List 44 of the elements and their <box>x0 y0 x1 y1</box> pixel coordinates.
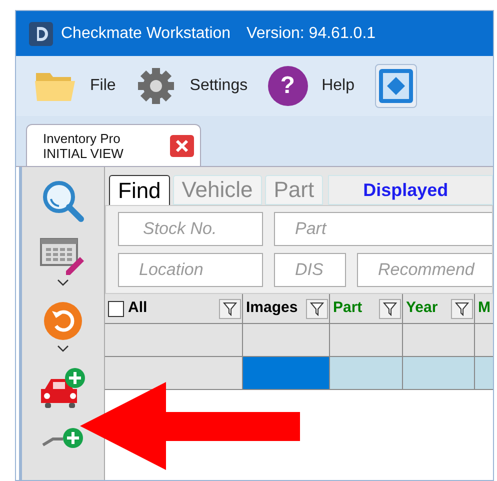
text-field[interactable]: DIS <box>274 253 346 287</box>
tab[interactable]: Find <box>109 175 170 205</box>
filter-button[interactable] <box>219 298 241 318</box>
displayed-label: Displayed <box>363 178 448 202</box>
checkbox[interactable] <box>108 300 124 316</box>
column-header[interactable]: Images <box>243 294 330 323</box>
filter-button[interactable] <box>306 298 328 318</box>
text-field[interactable]: Location <box>118 253 263 287</box>
filter-button[interactable] <box>451 298 473 318</box>
close-icon[interactable] <box>170 134 194 156</box>
text-field[interactable]: Recommend <box>357 253 492 287</box>
version-label: Version: 94.61.0.1 <box>246 24 376 44</box>
text-field[interactable]: Stock No. <box>118 212 263 246</box>
column-label: All <box>128 298 148 318</box>
window-title: Checkmate Workstation <box>61 24 231 44</box>
column-label: Part <box>333 298 362 318</box>
tab-title: Inventory Pro INITIAL VIEW <box>43 130 124 160</box>
toolbar-button[interactable]: File <box>34 69 116 103</box>
column-header[interactable]: Part <box>330 294 403 323</box>
app-logo-icon <box>29 22 53 46</box>
column-label: Year <box>406 298 438 318</box>
column-header[interactable]: M <box>475 294 493 323</box>
gear-icon <box>136 66 176 106</box>
document-tab[interactable]: Inventory Pro INITIAL VIEW <box>26 124 201 166</box>
column-label: Images <box>246 298 298 318</box>
filter-icon <box>310 302 324 316</box>
filter-icon <box>383 302 397 316</box>
chevron-down-icon[interactable] <box>57 345 69 353</box>
column-header[interactable]: All <box>105 294 243 323</box>
filter-button[interactable] <box>379 298 401 318</box>
table-row[interactable] <box>105 357 493 390</box>
calendar-edit-icon[interactable] <box>40 237 86 275</box>
app-menu-button[interactable] <box>374 64 416 108</box>
column-header[interactable]: Year <box>403 294 475 323</box>
help-icon: ? <box>268 66 308 106</box>
text-field[interactable]: Part <box>274 212 492 246</box>
column-label: M <box>478 298 490 318</box>
filter-icon <box>455 302 469 316</box>
toolbar-button[interactable]: Settings <box>136 66 248 106</box>
search-icon[interactable] <box>41 179 85 223</box>
table-row[interactable] <box>105 324 493 357</box>
toolbar-button[interactable]: ? Help <box>268 66 354 106</box>
filter-icon <box>223 302 237 316</box>
chevron-down-icon[interactable] <box>57 279 69 287</box>
